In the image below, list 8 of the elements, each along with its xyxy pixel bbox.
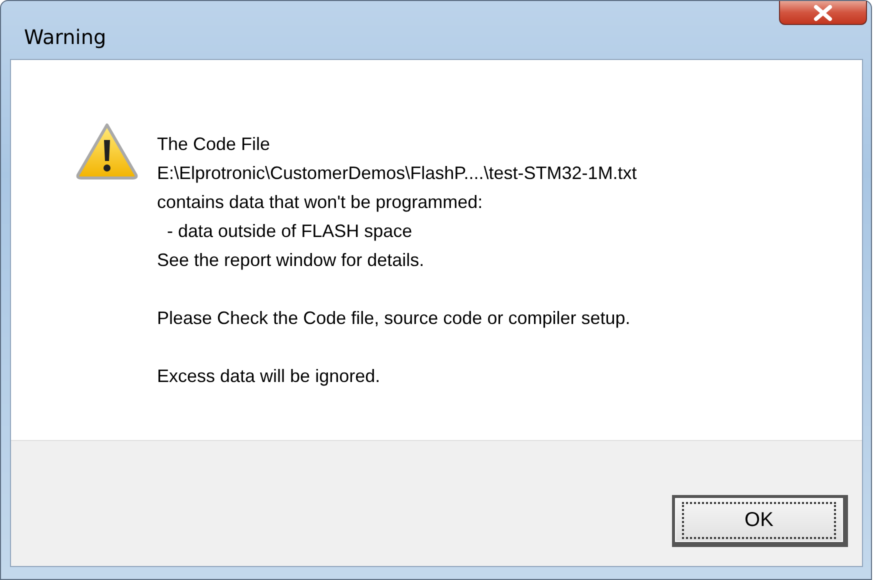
close-button[interactable] (779, 1, 867, 25)
warning-icon (75, 122, 139, 180)
message-text: Excess data will be ignored. (157, 365, 382, 388)
message-text: The Code File E:\Elprotronic\CustomerDemos\FlashP....\test-STM32-1M.txt contains data that won't be programmed: - data outside of FLASH space See the report window for details. (157, 133, 637, 272)
close-icon (813, 4, 833, 20)
message-text: Please Check the Code file, source code or compiler setup. (157, 307, 632, 330)
ok-button[interactable]: OK (672, 495, 848, 547)
window-title: Warning (24, 25, 106, 49)
